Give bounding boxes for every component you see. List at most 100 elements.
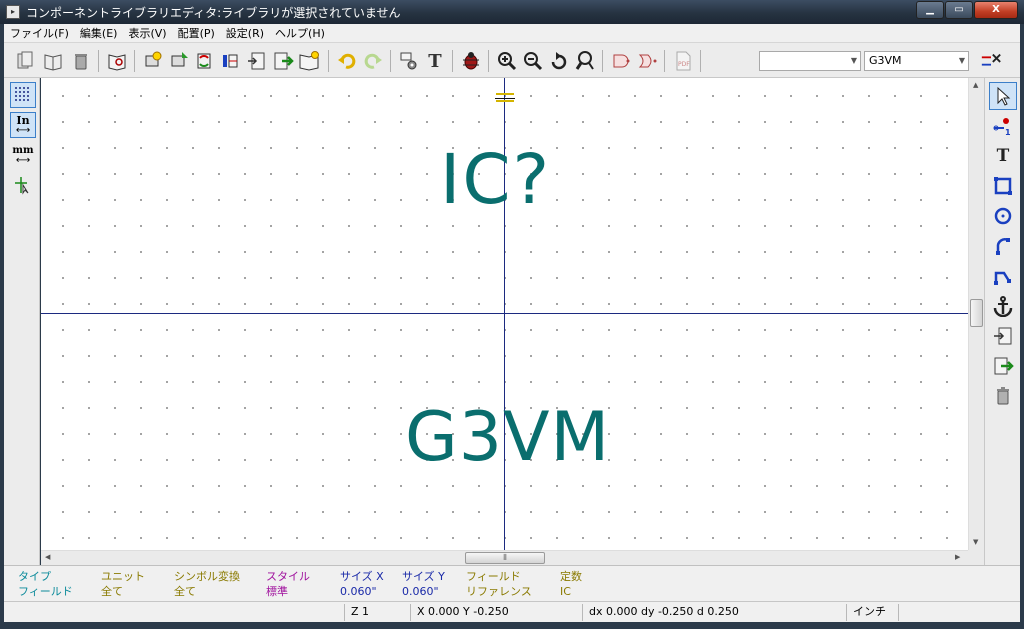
unit-select-combo[interactable]: G3VM ▼ [864, 51, 969, 71]
new-component-icon[interactable] [142, 50, 164, 72]
zoom-in-icon[interactable] [496, 50, 518, 72]
library-browse-icon[interactable] [42, 50, 64, 72]
menu-view[interactable]: 表示(V) [128, 25, 166, 41]
scroll-left-arrow-icon[interactable]: ◀ [45, 553, 50, 561]
add-text-icon[interactable]: T [989, 142, 1017, 170]
right-toolbar: 1 T [984, 78, 1020, 565]
save-component-icon[interactable] [298, 50, 320, 72]
msg-size-y: サイズ Y 0.060" [402, 569, 445, 599]
pin-edit-icon[interactable] [980, 50, 1002, 72]
value-field-text[interactable]: G3VM [405, 398, 610, 477]
export-drawing-icon[interactable] [989, 352, 1017, 380]
msg-value: 標準 [266, 585, 288, 598]
main-toolbar: T PDF ▼ G3VM ▼ [4, 42, 1020, 78]
msg-value: 0.060" [340, 585, 377, 598]
title-bar: ▸ コンポーネントライブラリエディタ:ライブラリが選択されていません ▁ ▭ X [0, 0, 1024, 24]
chevron-down-icon: ▼ [958, 56, 965, 65]
mm-units-button[interactable]: mm ⟷ [10, 142, 36, 168]
status-bar: Z 1 X 0.000 Y -0.250 dx 0.000 dy -0.250 … [4, 601, 1020, 622]
message-panel: タイプ フィールド ユニット 全て シンボル変換 全て スタイル 標準 サイズ … [4, 565, 1020, 601]
window-controls: ▁ ▭ X [915, 1, 1018, 19]
msg-label: タイプ [18, 570, 51, 583]
add-circle-icon[interactable] [989, 202, 1017, 230]
pin-table-icon[interactable] [220, 50, 242, 72]
zoom-redraw-icon[interactable] [548, 50, 570, 72]
import-component-icon[interactable] [168, 50, 190, 72]
add-polyline-icon[interactable] [989, 262, 1017, 290]
document-settings-icon[interactable] [398, 50, 420, 72]
menu-help[interactable]: ヘルプ(H) [275, 25, 325, 41]
undo-icon[interactable] [336, 50, 358, 72]
export-icon[interactable] [272, 50, 294, 72]
zoom-out-icon[interactable] [522, 50, 544, 72]
grid-icon[interactable] [10, 82, 36, 108]
menu-bar: ファイル(F) 編集(E) 表示(V) 配置(P) 設定(R) ヘルプ(H) [4, 24, 1020, 42]
vertical-scrollbar[interactable]: ▲ ▼ [968, 78, 984, 550]
cursor-shape-icon[interactable] [10, 172, 36, 198]
msg-convert: シンボル変換 全て [174, 569, 240, 599]
menu-file[interactable]: ファイル(F) [10, 25, 69, 41]
msg-type: タイプ フィールド [18, 569, 73, 599]
close-button[interactable]: X [974, 1, 1018, 19]
scroll-right-arrow-icon[interactable]: ▶ [955, 553, 960, 561]
msg-value: リファレンス [466, 585, 532, 598]
msg-value: フィールド [18, 585, 73, 598]
svg-text:PDF: PDF [678, 61, 690, 68]
mm-units-label: mm [12, 144, 34, 156]
msg-size-x: サイズ X 0.060" [340, 569, 384, 599]
import-icon[interactable] [246, 50, 268, 72]
msg-value: 0.060" [402, 585, 439, 598]
zoom-fit-icon[interactable] [574, 50, 596, 72]
reference-field-text[interactable]: IC? [440, 140, 551, 220]
vertical-scroll-thumb[interactable] [970, 299, 983, 327]
anchor-crossbar [495, 98, 515, 99]
inch-units-button[interactable]: In ⟷ [10, 112, 36, 138]
add-arc-icon[interactable] [989, 232, 1017, 260]
msg-field: フィールド リファレンス [466, 569, 532, 599]
body-style-deMorgan-icon[interactable] [636, 50, 658, 72]
pdf-datasheet-icon[interactable]: PDF [672, 50, 694, 72]
horizontal-scroll-thumb[interactable]: ⦀ [465, 552, 545, 564]
redo-icon[interactable] [362, 50, 384, 72]
erc-check-icon[interactable] [460, 50, 482, 72]
kicad-app-icon[interactable]: ▸ [6, 5, 20, 19]
menu-edit[interactable]: 編集(E) [80, 25, 118, 41]
menu-place[interactable]: 配置(P) [178, 25, 215, 41]
msg-label: フィールド [466, 570, 521, 583]
msg-unit: ユニット 全て [101, 569, 145, 599]
msg-label: スタイル [266, 570, 310, 583]
library-view-icon[interactable] [106, 50, 128, 72]
double-arrow-icon: ⟷ [15, 125, 31, 136]
select-arrow-icon[interactable] [989, 82, 1017, 110]
chevron-down-icon: ▼ [850, 56, 857, 65]
msg-value: 全て [174, 585, 196, 598]
horizontal-scrollbar[interactable]: ◀ ⦀ ▶ [41, 550, 968, 565]
add-pin-icon[interactable]: 1 [989, 112, 1017, 140]
import-drawing-icon[interactable] [989, 322, 1017, 350]
msg-style: スタイル 標準 [266, 569, 310, 599]
scroll-down-arrow-icon[interactable]: ▼ [973, 538, 978, 546]
scroll-up-arrow-icon[interactable]: ▲ [973, 81, 978, 89]
part-select-combo[interactable]: ▼ [759, 51, 861, 71]
window-bottom-border [0, 622, 1024, 629]
maximize-button[interactable]: ▭ [945, 1, 973, 19]
menu-preferences[interactable]: 設定(R) [226, 25, 264, 41]
svg-text:1: 1 [1005, 128, 1011, 137]
component-sync-icon[interactable] [194, 50, 216, 72]
scroll-corner [968, 550, 984, 565]
add-rectangle-icon[interactable] [989, 172, 1017, 200]
cursor-position-status: X 0.000 Y -0.250 [410, 604, 582, 621]
text-icon[interactable]: T [424, 50, 446, 72]
msg-value-field: 定数 IC [560, 569, 582, 599]
msg-value: IC [560, 585, 571, 598]
double-arrow-icon: ⟷ [15, 154, 31, 166]
left-toolbar: In ⟷ mm ⟷ [4, 78, 40, 565]
delete-item-icon[interactable] [989, 382, 1017, 410]
anchor-icon[interactable] [989, 292, 1017, 320]
drawing-canvas[interactable]: IC? G3VM [41, 78, 968, 550]
delete-library-icon[interactable] [70, 50, 92, 72]
window-title: コンポーネントライブラリエディタ:ライブラリが選択されていません [26, 6, 401, 20]
body-style-normal-icon[interactable] [610, 50, 632, 72]
minimize-button[interactable]: ▁ [916, 1, 944, 19]
select-working-library-icon[interactable] [14, 50, 36, 72]
